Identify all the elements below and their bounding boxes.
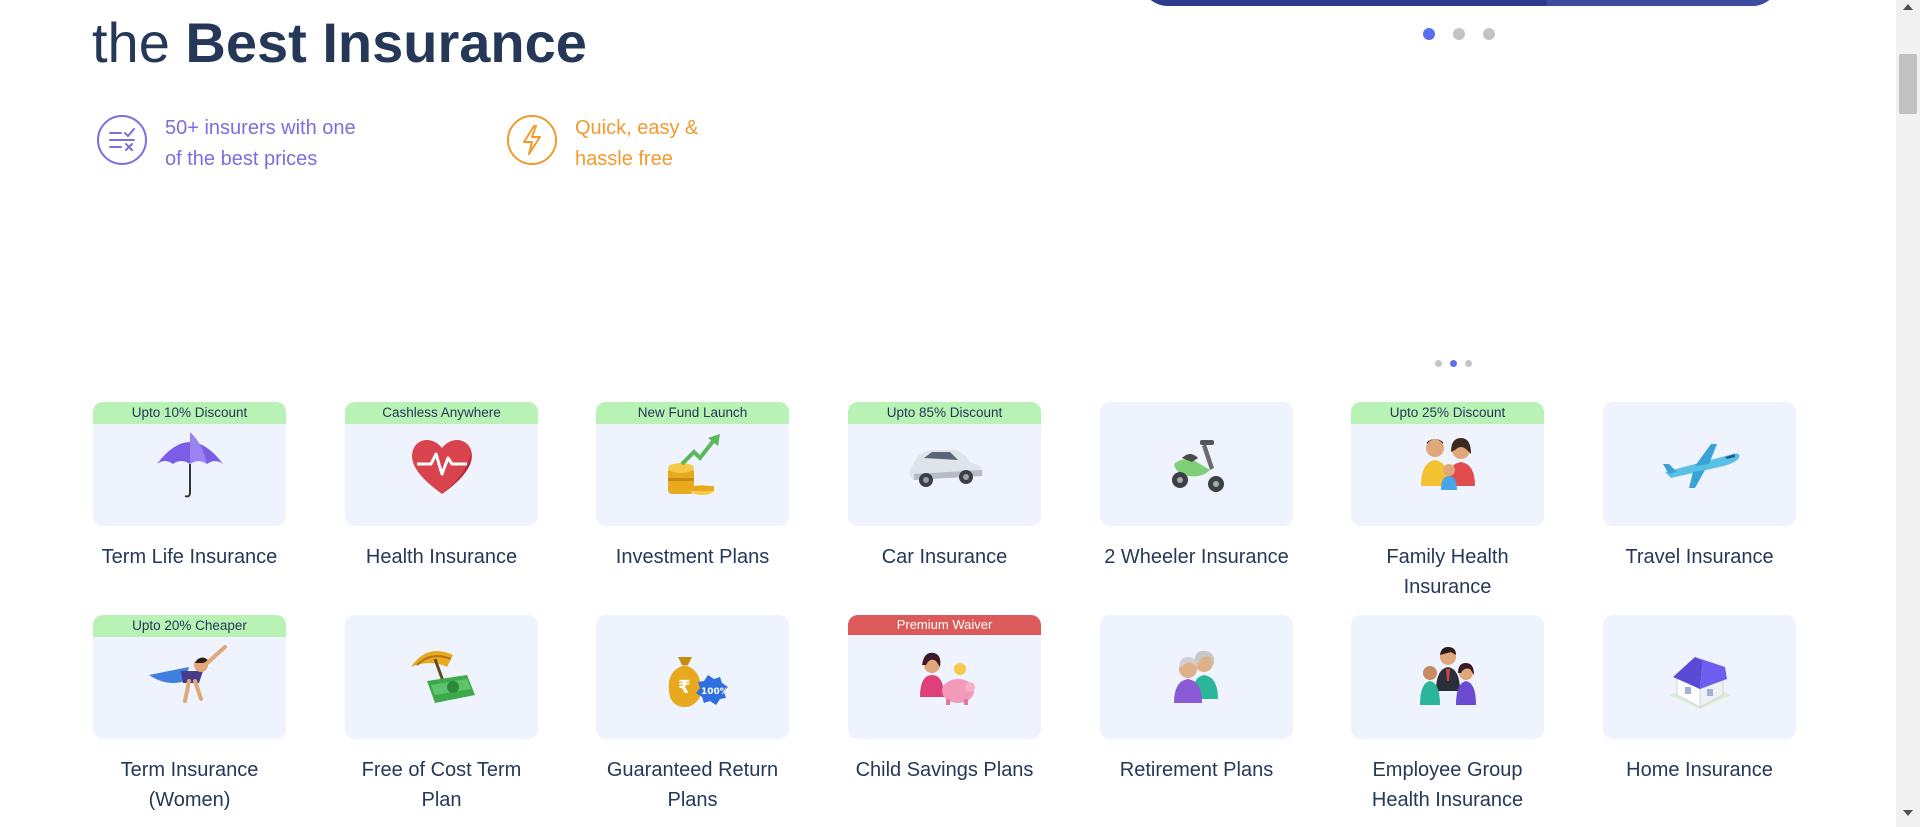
product-term-life[interactable]: Upto 10% Discount Term Life Insurance [93,402,286,572]
product-tag: Upto 85% Discount [848,402,1041,424]
carousel-dot-3[interactable] [1465,360,1472,367]
product-child-savings[interactable]: Premium Waiver Child Savings Plans [848,615,1041,785]
umbrella-money-icon [410,651,475,703]
umbrella-icon [156,432,223,498]
product-card[interactable]: ₹ 100% [596,615,789,739]
heart-pulse-icon [411,439,472,494]
coins-growth-icon [667,434,720,495]
product-home[interactable]: Home Insurance [1603,615,1796,785]
product-employee-group[interactable]: Employee Group Health Insurance [1351,615,1544,815]
carousel-dot-2[interactable] [1453,28,1465,40]
superwoman-icon [148,645,227,703]
product-free-term[interactable]: Free of Cost Term Plan [345,615,538,815]
compare-icon [97,115,147,165]
headline-light: the [92,11,186,74]
vertical-scrollbar[interactable] [1896,0,1920,827]
product-name: Term Life Insurance [101,546,278,568]
product-card[interactable]: Upto 20% Cheaper [93,615,286,739]
product-two-wheeler[interactable]: 2 Wheeler Insurance [1100,402,1293,572]
family-icon [1420,438,1475,490]
money-bag-icon: ₹ 100% [668,657,729,707]
product-name: Retirement Plans [1119,759,1274,781]
product-card[interactable] [1603,402,1796,526]
product-name: 2 Wheeler Insurance [1104,546,1289,568]
svg-text:100%: 100% [701,687,729,697]
product-card[interactable]: Cashless Anywhere [345,402,538,526]
product-card[interactable] [1100,615,1293,739]
house-icon [1668,657,1731,709]
page-headline: the Best Insurance [92,10,587,76]
product-tag: Premium Waiver [848,615,1041,635]
product-card[interactable]: Upto 25% Discount [1351,402,1544,526]
scroll-up-arrow-icon[interactable] [1903,4,1913,10]
product-card[interactable]: Premium Waiver [848,615,1041,739]
product-name: Car Insurance [881,546,1008,568]
scroll-down-arrow-icon[interactable] [1903,810,1913,816]
banner-shade [1547,0,1780,6]
product-name: Term Insurance (Women) [120,759,259,811]
product-card[interactable] [1351,615,1544,739]
product-tag: New Fund Launch [596,402,789,424]
product-travel[interactable]: Travel Insurance [1603,402,1796,572]
product-name: Guaranteed Return Plans [606,759,779,811]
scroll-thumb[interactable] [1899,54,1917,114]
carousel-dot-1[interactable] [1423,28,1435,40]
feature-line-2: hassle free [575,148,673,170]
headline-bold: Best Insurance [185,11,587,74]
carousel-dot-3[interactable] [1483,28,1495,40]
child-piggybank-icon [919,652,975,705]
product-card[interactable]: Upto 85% Discount [848,402,1041,526]
feature-text: 50+ insurers with one of the best prices [165,113,395,175]
product-name: Travel Insurance [1625,546,1774,568]
product-card[interactable] [345,615,538,739]
page: the Best Insurance 50+ insurers with one… [0,0,1896,827]
product-card[interactable] [1603,615,1796,739]
carousel-dot-1[interactable] [1435,360,1442,367]
product-term-women[interactable]: Upto 20% Cheaper Term Insurance (Women) [93,615,286,815]
product-name: Family Health Insurance [1386,546,1509,598]
secondary-carousel-dots [1435,360,1480,367]
banner-carousel-dots [1423,28,1513,40]
product-name: Child Savings Plans [855,759,1034,781]
scooter-icon [1171,440,1224,492]
lightning-icon [507,115,557,165]
product-car[interactable]: Upto 85% Discount Car Insurance [848,402,1041,572]
car-icon [909,450,983,487]
product-name: Investment Plans [615,546,770,568]
product-investment[interactable]: New Fund Launch Investment Plans [596,402,789,572]
carousel-dot-2[interactable] [1450,360,1457,367]
elderly-couple-icon [1173,650,1218,703]
product-tag: Upto 10% Discount [93,402,286,424]
product-card[interactable]: Upto 10% Discount [93,402,286,526]
airplane-icon [1662,444,1739,488]
product-health[interactable]: Cashless Anywhere Health Insurance [345,402,538,572]
svg-text:₹: ₹ [678,677,691,698]
feature-line-1: 50+ insurers with one [165,117,356,139]
product-guaranteed-return[interactable]: ₹ 100% Guaranteed Return Plans [596,615,789,815]
product-card[interactable] [1100,402,1293,526]
feature-best-prices: 50+ insurers with one of the best prices [97,113,395,175]
feature-text: Quick, easy & hassle free [575,113,805,175]
product-tag: Upto 20% Cheaper [93,615,286,637]
employee-group-icon [1419,647,1476,705]
product-retirement[interactable]: Retirement Plans [1100,615,1293,785]
product-tag: Upto 25% Discount [1351,402,1544,424]
promo-banner[interactable] [1140,0,1780,6]
feature-quick-easy: Quick, easy & hassle free [507,113,805,175]
product-tag: Cashless Anywhere [345,402,538,424]
product-name: Health Insurance [365,546,518,568]
product-name: Home Insurance [1626,759,1773,781]
product-name: Employee Group Health Insurance [1371,759,1524,811]
feature-line-2: of the best prices [165,148,318,170]
product-name: Free of Cost Term Plan [361,759,522,811]
product-family-health[interactable]: Upto 25% Discount Family Health Insuranc… [1351,402,1544,602]
product-card[interactable]: New Fund Launch [596,402,789,526]
feature-line-1: Quick, easy & [575,117,699,139]
